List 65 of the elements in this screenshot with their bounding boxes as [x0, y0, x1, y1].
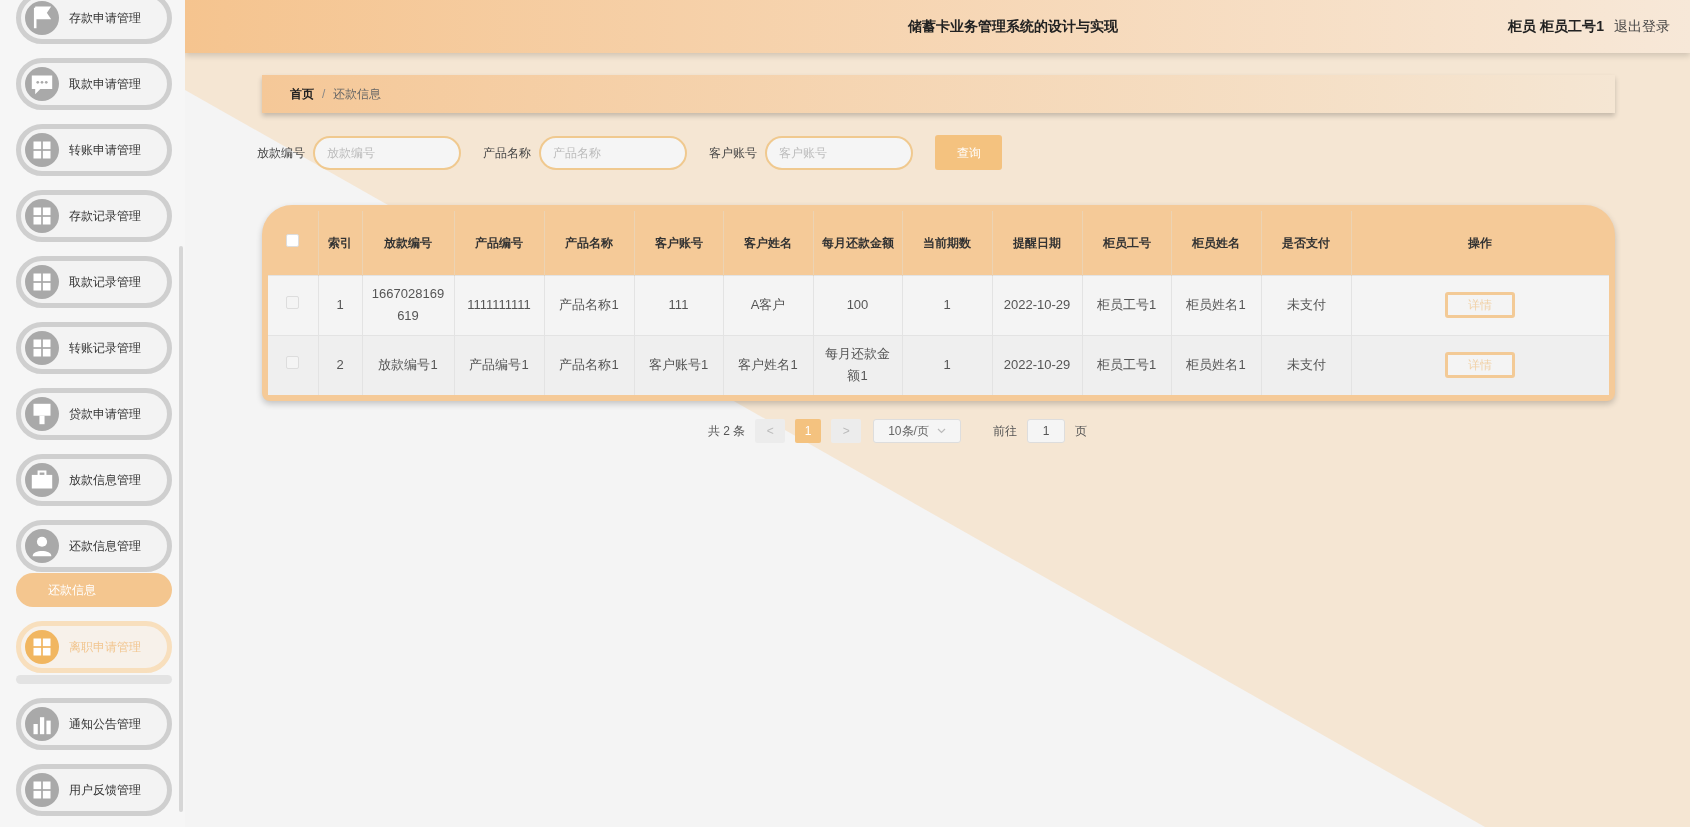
table-cell: 100 [846, 297, 869, 312]
breadcrumb-separator: / [322, 86, 326, 103]
menu-item[interactable]: 存款申请管理 [16, 0, 172, 44]
menu-item[interactable]: 存款记录管理 [16, 190, 172, 242]
table-cell: 未支付 [1286, 357, 1326, 373]
flag-icon [25, 1, 59, 35]
menu-item[interactable]: 用户反馈管理 [16, 764, 172, 816]
table-cell: 客户账号1 [648, 357, 709, 373]
menu-item[interactable]: 转账申请管理 [16, 124, 172, 176]
table-cell: 柜员工号1 [1096, 357, 1157, 373]
column-header: 操作 [1351, 211, 1609, 275]
table-cell: A客户 [750, 297, 786, 312]
grid-icon [25, 630, 59, 664]
goto-label: 前往 [993, 423, 1018, 440]
table-cell: 柜员姓名1 [1186, 297, 1246, 312]
menu-item[interactable]: 转账记录管理 [16, 322, 172, 374]
table-cell: 客户姓名1 [738, 357, 798, 373]
table-cell: 1111111111 [467, 297, 531, 312]
total-count: 共 2 条 [707, 423, 746, 440]
table-cell: 柜员姓名1 [1186, 357, 1246, 373]
menu-item[interactable]: 还款信息管理 [16, 520, 172, 572]
page-suffix: 页 [1075, 423, 1088, 440]
table-cell: 111 [668, 297, 689, 312]
grid-icon [25, 331, 59, 365]
table-cell: 1667028169619 [371, 286, 445, 323]
table-cell: 1 [943, 357, 951, 373]
page-input[interactable]: 1 [1027, 419, 1066, 443]
chevron-down-icon [937, 428, 947, 434]
checkbox[interactable] [286, 233, 300, 247]
page-size-select[interactable]: 10条/页 [873, 419, 962, 443]
table-cell: 2022-10-29 [1003, 357, 1071, 373]
user-name: 柜员 柜员工号1 [1508, 17, 1604, 36]
table-cell: 产品名称1 [559, 357, 619, 373]
grid-icon [25, 199, 59, 233]
field-label: 放款编号 [257, 144, 305, 162]
user-icon [25, 529, 59, 563]
signboard-icon [25, 397, 59, 431]
table-cell: 产品编号1 [469, 357, 529, 373]
table-cell: 2022-10-29 [1003, 297, 1071, 312]
menu-item[interactable]: 取款记录管理 [16, 256, 172, 308]
grid-icon [25, 773, 59, 807]
grid-icon [25, 265, 59, 299]
logout-link[interactable]: 退出登录 [1614, 16, 1670, 37]
table-cell: 1 [943, 297, 951, 312]
briefcase-icon [25, 463, 59, 497]
table-cell: 未支付 [1286, 297, 1326, 312]
breadcrumb-link[interactable]: 首页 [290, 85, 314, 103]
app-title: 储蓄卡业务管理系统的设计与实现 [906, 17, 1118, 36]
table-cell: 放款编号1 [378, 357, 438, 373]
field-label: 客户账号 [709, 144, 757, 162]
menu-item[interactable]: 取款申请管理 [16, 58, 172, 110]
grid-icon [25, 133, 59, 167]
menu-item[interactable]: 通知公告管理 [16, 698, 172, 750]
table-cell: 2 [336, 357, 344, 373]
menu-item[interactable]: 贷款申请管理 [16, 388, 172, 440]
table-cell: 每月还款金额1 [825, 346, 890, 384]
bar-chart-icon [25, 707, 59, 741]
table-cell: 产品名称1 [559, 297, 619, 312]
menu-item[interactable]: 放款信息管理 [16, 454, 172, 506]
scrollbar[interactable] [179, 246, 183, 812]
table-cell: 1 [336, 297, 344, 312]
field-label: 产品名称 [483, 144, 531, 162]
table-cell: 柜员工号1 [1096, 297, 1157, 312]
chat-bubble-icon [25, 67, 59, 101]
breadcrumb-link[interactable]: 还款信息 [333, 85, 382, 103]
